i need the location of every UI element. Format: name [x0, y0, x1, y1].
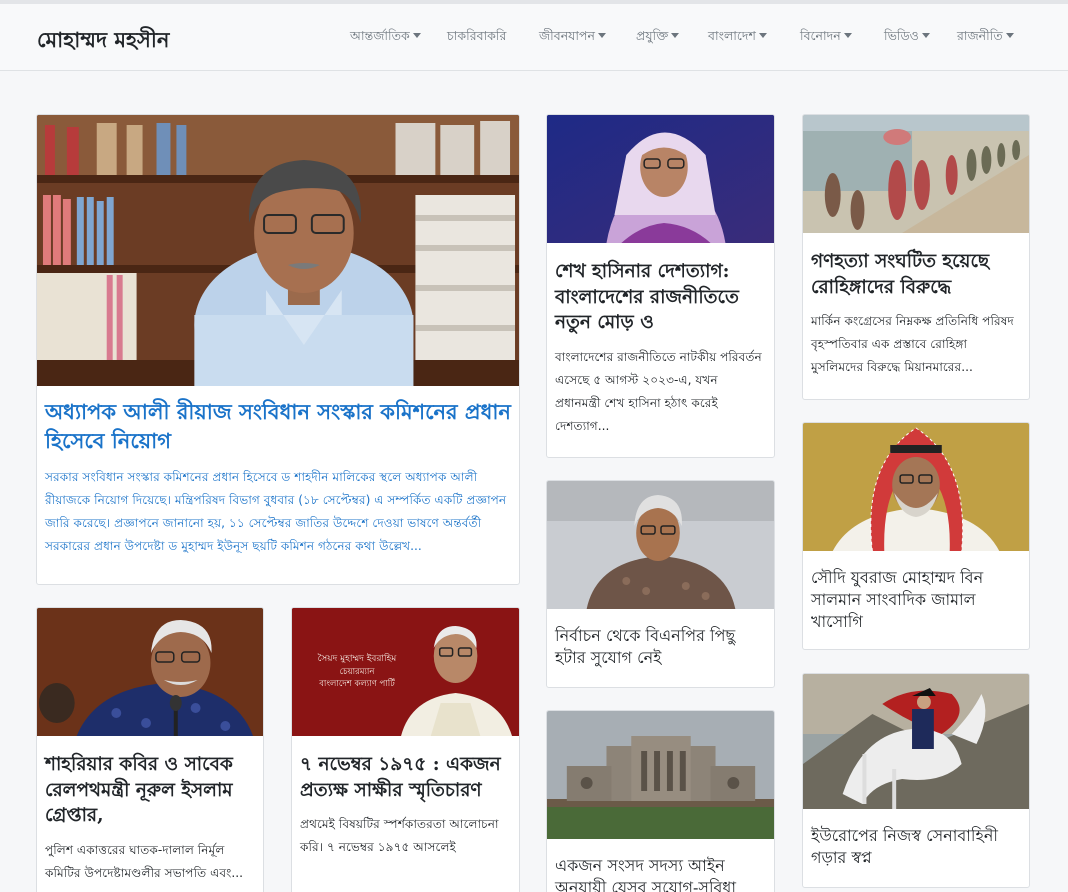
nav-item-politics[interactable]: রাজনীতি	[957, 28, 1014, 48]
featured-article-card[interactable]: অধ্যাপক আলী রীয়াজ সংবিধান সংস্কার কমিশন…	[36, 114, 520, 585]
caret-down-icon	[597, 33, 606, 38]
article-excerpt-november: প্রথমেই বিষয়টির স্পর্শকাতরতা আলোচনা করি…	[300, 817, 499, 855]
nav-label: জীবনযাপন	[539, 28, 595, 43]
nav-item-lifestyle[interactable]: জীবনযাপন	[539, 28, 606, 48]
article-title-parliament[interactable]: একজন সংসদ সদস্য আইন অনুযায়ী যেসব সুযোগ-…	[555, 855, 766, 892]
article-title-khashoggi[interactable]: সৌদি যুবরাজ মোহাম্মদ বিন সালমান সাংবাদিক…	[811, 567, 1021, 633]
article-title-rohingya[interactable]: গণহত্যা সংঘটিত হয়েছে রোহিঙ্গাদের বিরুদ্…	[811, 249, 1021, 300]
article-image-khashoggi	[803, 423, 1029, 551]
nav-label: ভিডিও	[884, 28, 919, 43]
article-image-bnp	[547, 481, 774, 609]
nav-label: বাংলাদেশ	[708, 28, 756, 43]
article-title-hasina[interactable]: শেখ হাসিনার দেশত্যাগ: বাংলাদেশের রাজনীতি…	[555, 259, 766, 336]
article-excerpt-shahriar: পুলিশ একাত্তরের ঘাতক-দালাল নির্মূল কমিটি…	[45, 842, 244, 880]
caret-down-icon	[412, 33, 421, 38]
nav-label: চাকরিবাকরি	[447, 28, 507, 43]
caret-down-icon	[671, 33, 680, 38]
nav-item-bangladesh[interactable]: বাংলাদেশ	[708, 28, 767, 48]
site-brand[interactable]: মোহাম্মদ মহসীন	[37, 24, 169, 59]
nav-label: প্রযুক্তি	[636, 28, 669, 43]
article-card-hasina[interactable]: শেখ হাসিনার দেশত্যাগ: বাংলাদেশের রাজনীতি…	[546, 114, 775, 458]
article-card-parliament[interactable]: একজন সংসদ সদস্য আইন অনুযায়ী যেসব সুযোগ-…	[546, 710, 775, 892]
nav-label: বিনোদন	[800, 28, 841, 43]
article-card-bnp[interactable]: নির্বাচন থেকে বিএনপির পিছু হটার সুযোগ নে…	[546, 480, 775, 688]
article-image-hasina	[547, 115, 774, 243]
nav-item-video[interactable]: ভিডিও	[884, 28, 930, 48]
nav-item-technology[interactable]: প্রযুক্তি	[636, 28, 680, 48]
article-card-khashoggi[interactable]: সৌদি যুবরাজ মোহাম্মদ বিন সালমান সাংবাদিক…	[802, 422, 1030, 650]
article-excerpt-hasina: বাংলাদেশের রাজনীতিতে নাটকীয় পরিবর্তন এস…	[555, 349, 762, 434]
image-caption-party: বাংলাদেশ কল্যাণ পার্টি	[319, 679, 395, 689]
article-title-bnp[interactable]: নির্বাচন থেকে বিএনপির পিছু হটার সুযোগ নে…	[555, 625, 766, 669]
featured-article-image	[37, 115, 519, 386]
caret-down-icon	[1005, 33, 1014, 38]
article-card-shahriar[interactable]: শাহরিয়ার কবির ও সাবেক রেলপথমন্ত্রী নূরু…	[36, 607, 264, 892]
article-card-november[interactable]: সৈয়দ মুহাম্মদ ইবরাহিম চেয়ারম্যান বাংলা…	[291, 607, 520, 892]
featured-article-title[interactable]: অধ্যাপক আলী রীয়াজ সংবিধান সংস্কার কমিশন…	[45, 398, 511, 456]
navbar: মোহাম্মদ মহসীন আন্তর্জাতিক চাকরিবাকরি জী…	[0, 4, 1068, 71]
article-image-europe	[803, 674, 1029, 809]
nav-item-international[interactable]: আন্তর্জাতিক	[350, 28, 421, 48]
article-image-rohingya	[803, 115, 1029, 233]
featured-article-excerpt: সরকার সংবিধান সংস্কার কমিশনের প্রধান হিস…	[45, 469, 507, 554]
article-title-europe[interactable]: ইউরোপের নিজস্ব সেনাবাহিনী গড়ার স্বপ্ন	[811, 825, 1021, 869]
caret-down-icon	[843, 33, 852, 38]
image-caption-role: চেয়ারম্যান	[339, 667, 375, 677]
article-card-europe[interactable]: ইউরোপের নিজস্ব সেনাবাহিনী গড়ার স্বপ্ন	[802, 673, 1030, 888]
nav-item-entertainment[interactable]: বিনোদন	[800, 28, 852, 48]
nav-item-jobs[interactable]: চাকরিবাকরি	[447, 28, 506, 48]
caret-down-icon	[758, 33, 767, 38]
article-card-rohingya[interactable]: গণহত্যা সংঘটিত হয়েছে রোহিঙ্গাদের বিরুদ্…	[802, 114, 1030, 400]
caret-down-icon	[921, 33, 930, 38]
image-caption-name: সৈয়দ মুহাম্মদ ইবরাহিম	[317, 654, 397, 664]
article-image-parliament	[547, 711, 774, 839]
article-title-november[interactable]: ৭ নভেম্বর ১৯৭৫ : একজন প্রত্যক্ষ সাক্ষীর …	[300, 752, 511, 803]
article-image-november: সৈয়দ মুহাম্মদ ইবরাহিম চেয়ারম্যান বাংলা…	[292, 608, 519, 736]
article-image-shahriar	[37, 608, 263, 736]
article-title-shahriar[interactable]: শাহরিয়ার কবির ও সাবেক রেলপথমন্ত্রী নূরু…	[45, 752, 255, 829]
nav-label: রাজনীতি	[957, 28, 1003, 43]
article-excerpt-rohingya: মার্কিন কংগ্রেসের নিম্নকক্ষ প্রতিনিধি পর…	[811, 314, 1014, 375]
nav-label: আন্তর্জাতিক	[350, 28, 410, 43]
